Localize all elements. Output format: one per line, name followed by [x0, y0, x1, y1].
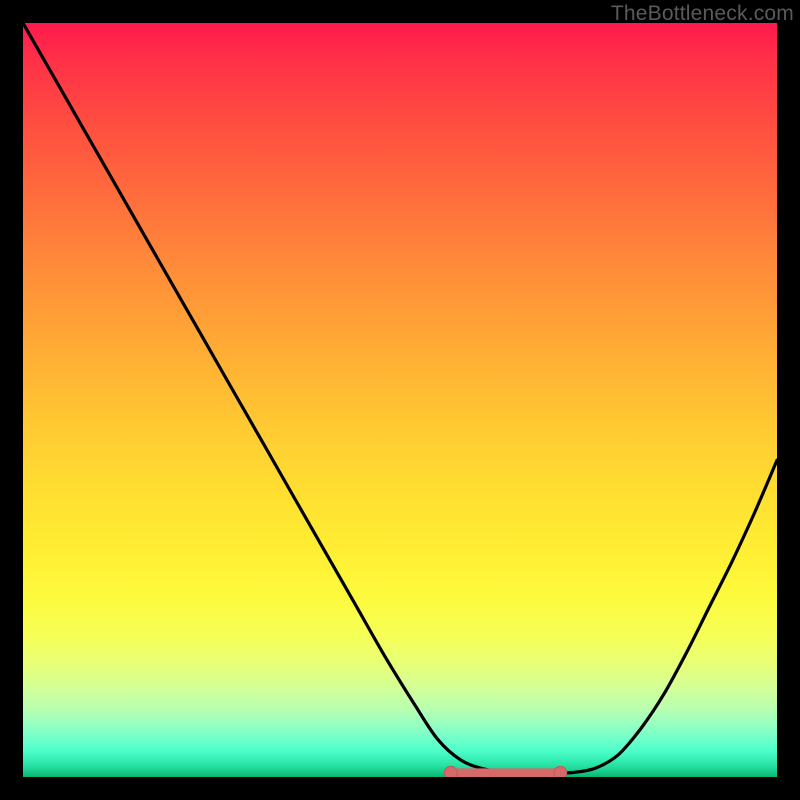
optimal-range-markers	[444, 766, 567, 777]
chart-frame: TheBottleneck.com	[0, 0, 800, 800]
plot-area	[23, 23, 777, 777]
optimal-range-start-dot	[444, 766, 457, 777]
optimal-range-end-dot	[554, 766, 567, 777]
bottleneck-curve-svg	[23, 23, 777, 777]
bottleneck-curve	[23, 23, 777, 773]
